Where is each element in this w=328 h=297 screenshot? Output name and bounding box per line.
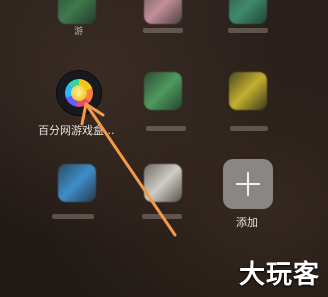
- pointer-arrow-annotation: [80, 102, 177, 237]
- watermark-logo: 大玩客: [238, 260, 320, 290]
